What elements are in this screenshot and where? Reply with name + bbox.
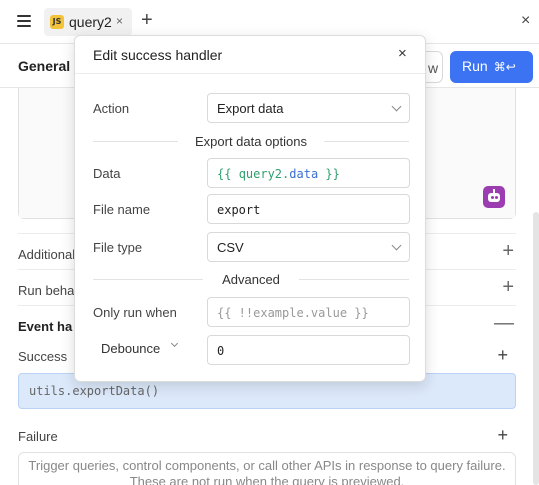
file-name-label: File name [93,202,151,217]
action-select[interactable]: Export data [207,93,410,123]
only-run-when-field[interactable]: {{ !!example.value }} [207,297,410,327]
data-field[interactable]: {{ query2.data }} [207,158,410,188]
file-type-value: CSV [217,240,244,255]
data-label: Data [93,166,121,181]
tab-query2[interactable]: JS query2 × [44,8,132,36]
advanced-heading-text: Advanced [222,272,280,287]
general-tab[interactable]: General [18,58,70,74]
success-handler-text: utils.exportData() [29,384,160,398]
collapse-event-handlers-icon[interactable]: — [494,313,514,333]
tab-label: query2 [69,14,112,30]
file-type-label: File type [93,240,143,255]
secondary-action-label: w [428,60,439,76]
export-options-heading-text: Export data options [194,134,308,149]
action-value: Export data [217,101,284,116]
scrollbar[interactable] [533,212,539,485]
add-tab-icon[interactable]: + [141,10,153,30]
only-run-when-label: Only run when [93,305,177,320]
run-shortcut-icon: ⌘↩ [493,60,516,74]
failure-handlers-header: Failure + [18,424,516,448]
editor-gutter [19,88,53,218]
only-run-when-placeholder: {{ !!example.value }} [217,306,369,320]
action-label: Action [93,101,130,116]
section-event-handlers-label: Event ha [18,319,73,334]
export-options-heading: Export data options [93,134,409,149]
add-success-handler-icon[interactable]: + [497,345,508,366]
chevron-down-icon [391,101,402,112]
expand-run-behavior-icon[interactable]: + [502,277,514,297]
close-tab-icon[interactable]: × [116,14,123,28]
debounce-field[interactable]: 0 [207,335,410,365]
debounce-toggle[interactable]: Debounce [101,341,160,356]
file-name-value: export [217,203,261,217]
file-name-field[interactable]: export [207,194,410,224]
menu-icon[interactable] [17,15,31,27]
close-panel-icon[interactable]: × [521,12,530,30]
chevron-down-icon[interactable] [170,339,179,348]
close-dialog-icon[interactable]: × [398,46,407,62]
section-additional-label: Additional [18,247,76,262]
failure-label: Failure [18,429,58,444]
ai-assistant-icon[interactable] [483,186,505,208]
debounce-value: 0 [217,344,225,358]
success-label: Success [18,349,68,364]
file-type-select[interactable]: CSV [207,232,410,262]
add-failure-handler-icon[interactable]: + [497,425,508,446]
failure-empty-state: Trigger queries, control components, or … [18,452,516,485]
chevron-down-icon [391,240,402,251]
section-run-behavior-label: Run beha [18,283,75,298]
advanced-heading: Advanced [93,272,409,287]
expand-additional-icon[interactable]: + [502,241,514,261]
run-label: Run [462,58,488,74]
edit-success-handler-dialog: Edit success handler × Action Export dat… [74,35,426,382]
run-button[interactable]: Run ⌘↩ [450,51,533,83]
dialog-title: Edit success handler [93,47,223,63]
dialog-divider [75,73,425,74]
javascript-badge-icon: JS [50,15,64,29]
data-value: {{ query2.data }} [217,167,340,181]
